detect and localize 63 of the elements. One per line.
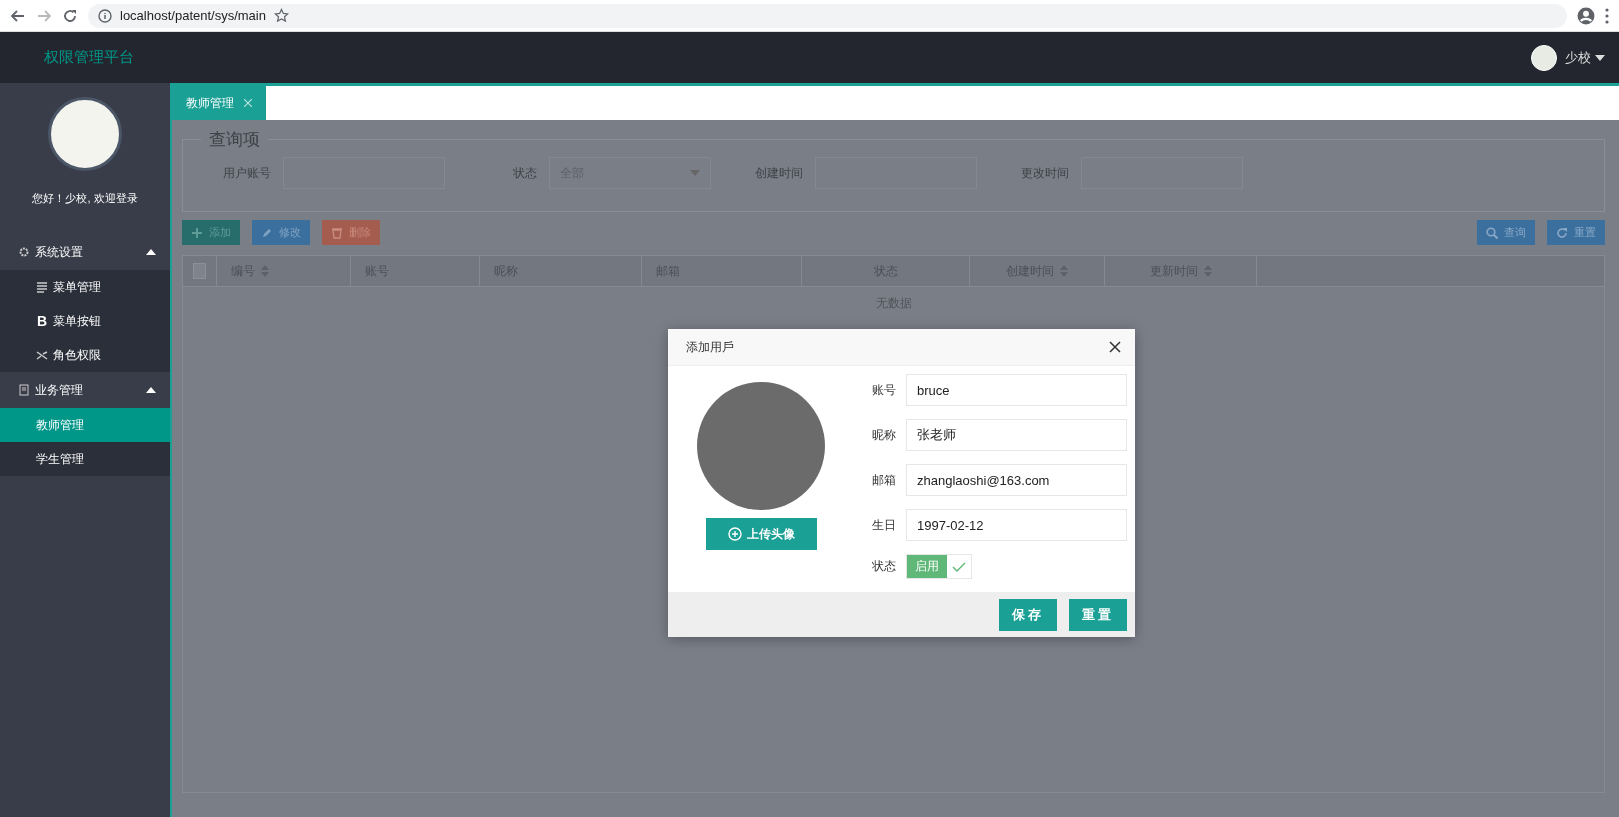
field-label: 邮箱 xyxy=(871,471,897,489)
select-all-checkbox[interactable] xyxy=(193,263,206,279)
greeting-text: 您好！少校, 欢迎登录 xyxy=(31,191,139,206)
field-label: 生日 xyxy=(871,516,897,534)
menu-item[interactable]: B 菜单按钮 xyxy=(0,304,170,338)
sort-icon xyxy=(261,265,269,277)
field-label: 昵称 xyxy=(871,426,897,444)
reset-button[interactable]: 重置 xyxy=(1069,598,1127,631)
status-toggle[interactable]: 启用 xyxy=(906,554,972,579)
menu-item[interactable]: 教师管理 xyxy=(0,408,170,442)
reload-icon[interactable] xyxy=(62,7,78,24)
collapse-caret-icon xyxy=(146,249,156,255)
close-icon[interactable] xyxy=(1109,341,1121,353)
star-icon[interactable] xyxy=(273,8,289,23)
dialog-title: 添加用戶 xyxy=(686,338,734,356)
plus-circle-icon xyxy=(727,527,742,541)
menu-item[interactable]: 学生管理 xyxy=(0,442,170,476)
user-avatar xyxy=(1531,44,1557,71)
collapse-caret-icon xyxy=(146,387,156,393)
check-icon xyxy=(952,561,966,572)
gear-icon xyxy=(18,246,30,258)
shuffle-icon xyxy=(36,349,48,361)
caret-icon xyxy=(1595,54,1605,61)
upload-avatar-button[interactable]: 上传头像 xyxy=(705,518,817,550)
clipboard-icon xyxy=(18,384,30,396)
input-field[interactable]: 1997-02-12 xyxy=(906,509,1127,541)
user-menu[interactable]: 少校 xyxy=(1565,48,1605,67)
field-label: 账号 xyxy=(871,381,897,399)
account-icon[interactable] xyxy=(1577,6,1595,25)
info-icon xyxy=(98,8,112,23)
pencil-icon xyxy=(261,226,273,239)
trash-icon xyxy=(331,226,343,239)
refresh-icon xyxy=(1556,226,1568,239)
back-icon[interactable] xyxy=(10,7,26,24)
more-menu-icon[interactable] xyxy=(1605,7,1609,24)
field-label: 创建时间 xyxy=(754,164,804,182)
edit-button[interactable]: 修改 xyxy=(252,220,310,245)
input-field[interactable]: zhanglaoshi@163.com xyxy=(906,464,1127,496)
sort-icon xyxy=(1203,265,1212,277)
sort-icon xyxy=(1060,265,1068,277)
field-label: 状态 xyxy=(512,164,538,182)
field-label: 状态 xyxy=(871,558,897,575)
refresh-button[interactable]: 重置 xyxy=(1547,220,1605,245)
address-bar[interactable]: localhost/patent/sys/main xyxy=(88,3,1567,28)
field-label: 更改时间 xyxy=(1020,164,1070,182)
search-button[interactable]: 查询 xyxy=(1477,220,1535,245)
query-legend: 查询项 xyxy=(201,128,268,151)
dropdown-caret-icon xyxy=(690,170,700,176)
app-title: 权限管理平台 xyxy=(44,48,135,67)
menu-item[interactable]: 菜单管理 xyxy=(0,270,170,304)
list-icon xyxy=(36,281,48,293)
url-text: localhost/patent/sys/main xyxy=(120,8,266,23)
menu-group[interactable]: 业务管理 xyxy=(0,372,170,408)
input-field[interactable]: bruce xyxy=(906,374,1127,406)
field-label: 用户账号 xyxy=(222,164,272,182)
save-button[interactable]: 保存 xyxy=(999,598,1057,631)
menu-group[interactable]: 系统设置 xyxy=(0,234,170,270)
input-field[interactable]: 张老师 xyxy=(906,419,1127,451)
menu-item[interactable]: 角色权限 xyxy=(0,338,170,372)
search-icon xyxy=(1486,226,1498,239)
plus-icon xyxy=(191,226,203,239)
bold-glyph-icon: B xyxy=(36,313,48,329)
page-tab[interactable]: 教师管理 xyxy=(172,86,266,120)
